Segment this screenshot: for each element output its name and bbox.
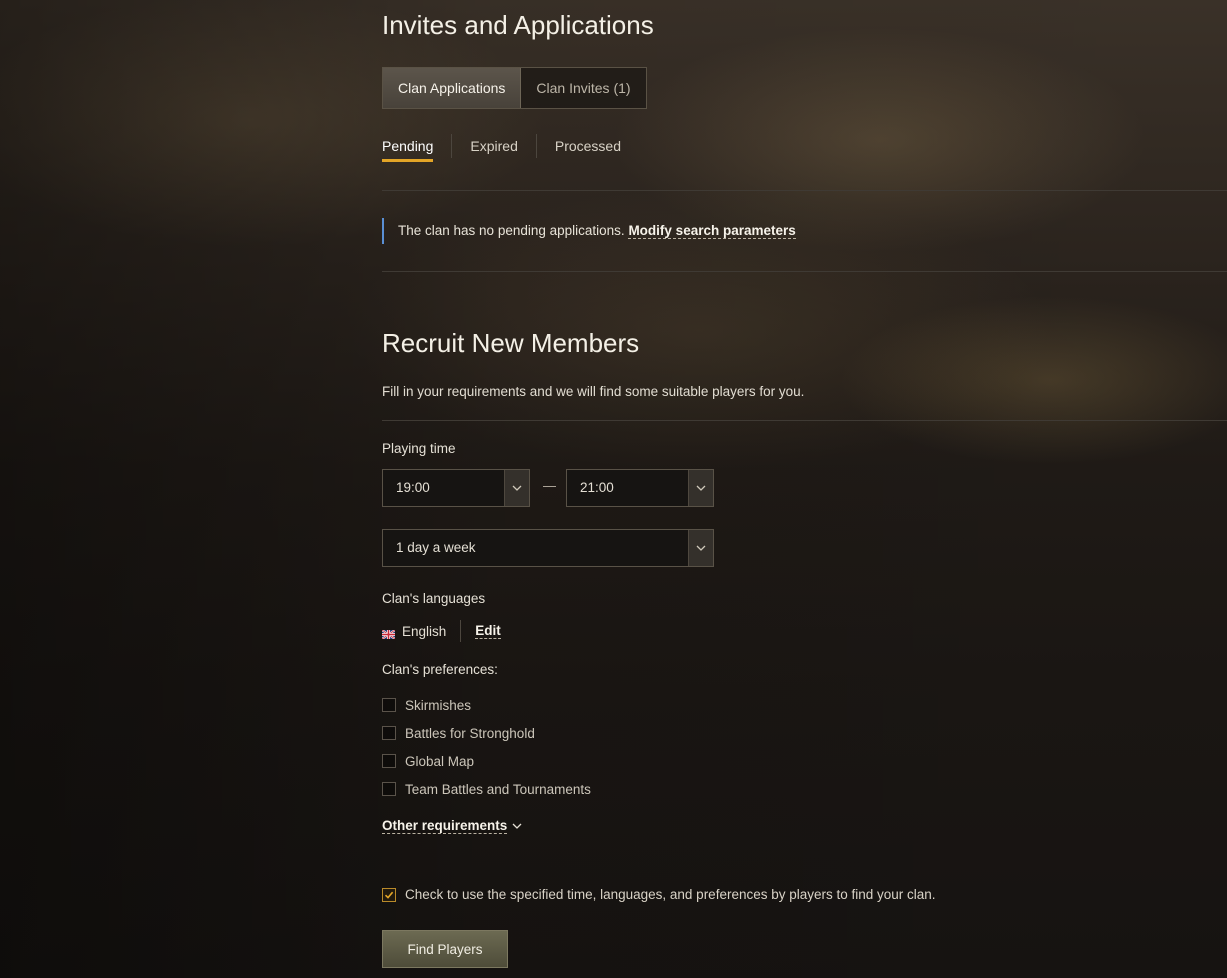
use-preferences-checkbox-row[interactable]: Check to use the specified time, languag…: [382, 887, 936, 902]
frequency-value: 1 day a week: [396, 540, 476, 555]
recruit-title: Recruit New Members: [382, 328, 640, 358]
tab-clan-applications[interactable]: Clan Applications: [383, 68, 522, 108]
chevron-down-icon: [688, 530, 713, 566]
subtab-divider: [535, 134, 537, 158]
use-preferences-checkbox[interactable]: [382, 887, 396, 902]
playing-time-label: Playing time: [382, 441, 456, 456]
checkbox[interactable]: [382, 754, 396, 768]
preferences-list: Skirmishes Battles for Stronghold Global…: [382, 691, 591, 803]
checkbox[interactable]: [382, 782, 396, 796]
language-name: English: [402, 623, 447, 639]
subtab-expired[interactable]: Expired: [470, 138, 517, 162]
chevron-down-icon: [504, 470, 529, 506]
pref-skirmishes[interactable]: Skirmishes: [382, 691, 591, 719]
chevron-down-icon: [688, 470, 713, 506]
language-divider: [460, 620, 462, 642]
time-range-separator: —: [543, 478, 556, 493]
tab-clan-invites[interactable]: Clan Invites (1): [521, 68, 645, 108]
pref-team-battles[interactable]: Team Battles and Tournaments: [382, 775, 591, 803]
subtab-pending[interactable]: Pending: [382, 138, 434, 162]
edit-languages-link[interactable]: Edit: [475, 623, 501, 639]
notice-text: The clan has no pending applications.: [398, 223, 625, 238]
other-requirements-link[interactable]: Other requirements: [382, 818, 508, 834]
status-subtabs: Pending Expired Processed: [382, 134, 621, 162]
time-from-value: 19:00: [396, 480, 430, 495]
application-tabs: Clan Applications Clan Invites (1): [382, 67, 647, 109]
invites-title: Invites and Applications: [382, 10, 654, 40]
divider: [382, 190, 1227, 191]
languages-label: Clan's languages: [382, 591, 486, 606]
frequency-select[interactable]: 1 day a week: [382, 529, 714, 567]
checkbox-label: Skirmishes: [405, 697, 472, 713]
checkbox-label: Global Map: [405, 753, 475, 769]
chevron-down-icon: [512, 823, 522, 829]
time-to-value: 21:00: [580, 480, 614, 495]
other-requirements-toggle[interactable]: Other requirements: [382, 818, 522, 834]
checkmark-icon: [384, 891, 394, 899]
pref-global-map[interactable]: Global Map: [382, 747, 591, 775]
checkbox-label: Team Battles and Tournaments: [405, 781, 591, 797]
find-players-button[interactable]: Find Players: [382, 930, 508, 968]
time-to-select[interactable]: 21:00: [566, 469, 714, 507]
subtab-divider: [451, 134, 453, 158]
recruit-subtitle: Fill in your requirements and we will fi…: [382, 384, 805, 399]
subtab-processed[interactable]: Processed: [555, 138, 621, 162]
languages-row: English Edit: [381, 620, 501, 642]
checkbox[interactable]: [382, 698, 396, 712]
uk-flag-icon: [381, 627, 396, 640]
no-applications-notice: The clan has no pending applications. Mo…: [382, 218, 796, 244]
modify-search-link[interactable]: Modify search parameters: [628, 223, 796, 239]
pref-stronghold[interactable]: Battles for Stronghold: [382, 719, 591, 747]
divider: [382, 271, 1227, 272]
checkbox[interactable]: [382, 726, 396, 740]
checkbox-label: Battles for Stronghold: [405, 725, 535, 741]
use-preferences-text: Check to use the specified time, languag…: [405, 887, 936, 902]
time-from-select[interactable]: 19:00: [382, 469, 530, 507]
divider: [382, 420, 1227, 421]
preferences-label: Clan's preferences:: [382, 662, 498, 677]
